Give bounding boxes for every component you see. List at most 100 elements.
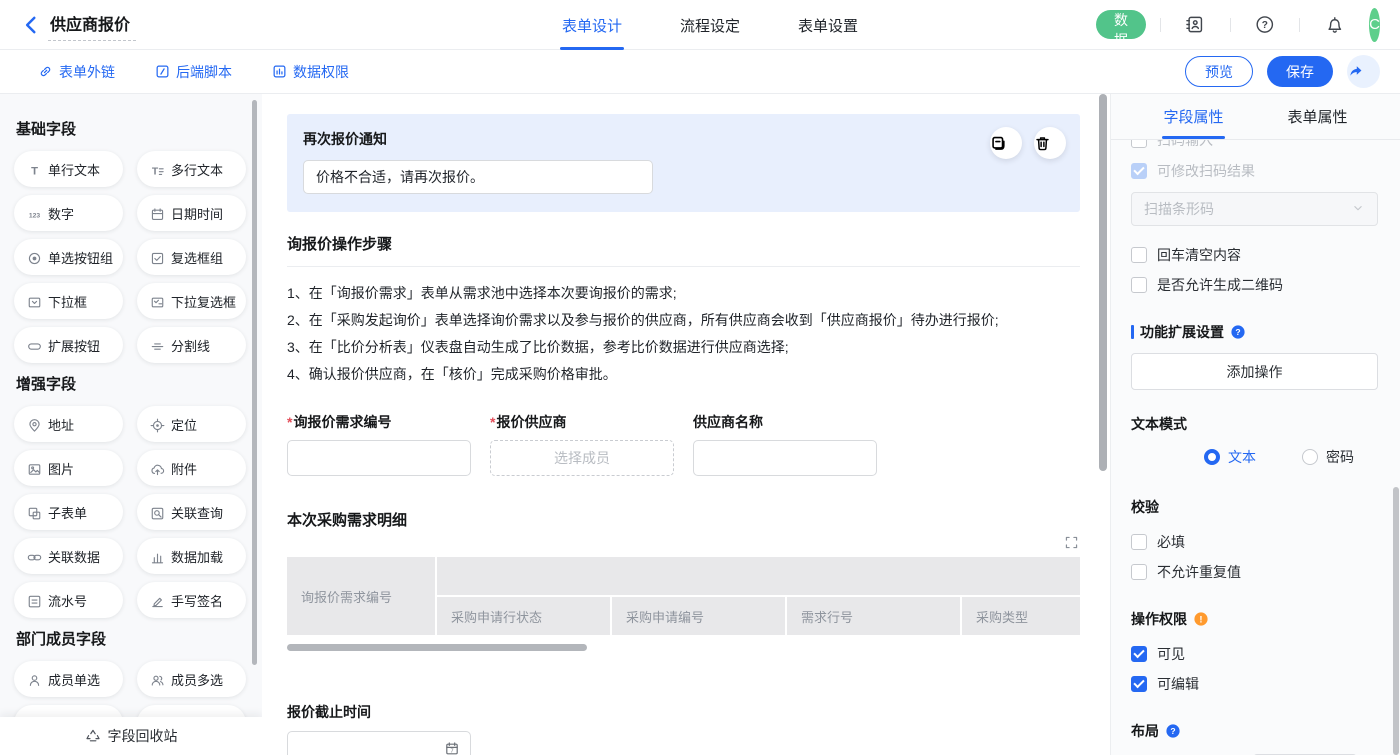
checkbox-可见[interactable] xyxy=(1131,646,1147,662)
checkbox-是否允许生成二维码[interactable] xyxy=(1131,277,1147,293)
canvas-scrollbar[interactable] xyxy=(1099,94,1107,471)
header-tabs: 表单设计 流程设定 表单设置 xyxy=(560,0,860,50)
radio-文本[interactable]: 文本 xyxy=(1204,447,1256,467)
field-input[interactable] xyxy=(693,440,877,476)
field-pill-label: 数据加载 xyxy=(171,547,223,566)
tab-form-properties[interactable]: 表单属性 xyxy=(1287,94,1349,139)
recycle-bin-label: 字段回收站 xyxy=(108,726,178,746)
field-pill-图片[interactable]: 图片 xyxy=(14,450,123,486)
field-pill-下拉框[interactable]: 下拉框 xyxy=(14,283,123,319)
field-pill-手写签名[interactable]: 手写签名 xyxy=(137,582,246,618)
field-pill-数据加载[interactable]: 数据加载 xyxy=(137,538,246,574)
multi-select-icon xyxy=(150,294,165,309)
field-pill-下拉复选框[interactable]: 下拉复选框 xyxy=(137,283,246,319)
field-pill-分割线[interactable]: 分割线 xyxy=(137,327,246,363)
field-pill-定位[interactable]: 定位 xyxy=(137,406,246,442)
tab-field-properties[interactable]: 字段属性 xyxy=(1162,94,1224,139)
data-manage-button[interactable]: 数据管理 xyxy=(1096,10,1146,39)
toolbar-link-表单外链[interactable]: 表单外链 xyxy=(38,62,115,82)
svg-text:?: ? xyxy=(1170,726,1175,736)
table-horizontal-scrollbar[interactable] xyxy=(287,644,587,651)
field-pill-多行文本[interactable]: T多行文本 xyxy=(137,151,246,187)
form-field-供应商名称[interactable]: 供应商名称 xyxy=(693,412,877,476)
deadline-date-input[interactable]: 7 xyxy=(287,731,471,755)
checkbox-不允许重复值[interactable] xyxy=(1131,564,1147,580)
table-column-header: 采购类型 xyxy=(962,597,1080,635)
checkbox-可编辑[interactable] xyxy=(1131,676,1147,692)
panel-scrollbar[interactable] xyxy=(1393,487,1399,755)
contact-book-icon[interactable] xyxy=(1174,15,1216,34)
question-circle-icon[interactable]: ? xyxy=(1230,324,1246,340)
select-icon xyxy=(27,294,42,309)
field-pill-label: 扩展按钮 xyxy=(48,336,100,355)
avatar[interactable]: C xyxy=(1369,8,1380,42)
scan-type-select[interactable]: 扫描条形码 xyxy=(1131,192,1378,226)
notice-field-input[interactable] xyxy=(303,160,653,194)
back-icon[interactable] xyxy=(20,14,42,36)
form-title[interactable]: 供应商报价 xyxy=(48,9,136,41)
sidebar-scrollbar[interactable] xyxy=(252,100,257,665)
field-pill-单选按钮组[interactable]: 单选按钮组 xyxy=(14,239,123,275)
field-label: 再次报价通知 xyxy=(303,129,1064,149)
field-pill-流水号[interactable]: 流水号 xyxy=(14,582,123,618)
tab-flow-setting[interactable]: 流程设定 xyxy=(678,0,742,50)
signature-icon xyxy=(150,593,165,608)
clipped-option-row: 扫码输入 xyxy=(1131,140,1378,152)
checkbox-label: 是否允许生成二维码 xyxy=(1157,275,1283,295)
question-circle-icon[interactable]: ? xyxy=(1165,723,1181,739)
field-pill-地址[interactable]: 地址 xyxy=(14,406,123,442)
field-pill-成员单选[interactable]: 成员单选 xyxy=(14,661,123,697)
duplicate-field-button[interactable] xyxy=(990,127,1022,159)
required-asterisk: * xyxy=(490,414,495,430)
checkbox-必填[interactable] xyxy=(1131,534,1147,550)
delete-field-button[interactable] xyxy=(1034,127,1066,159)
field-pill-成员多选[interactable]: 成员多选 xyxy=(137,661,246,697)
field-pill-label: 图片 xyxy=(48,459,74,478)
save-button[interactable]: 保存 xyxy=(1267,56,1333,87)
properties-panel: 字段属性 表单属性 扫码输入 可修改扫码结果 扫描条形码 回车清空内容是否允许生… xyxy=(1110,94,1400,755)
radio-group-icon xyxy=(27,250,42,265)
app-header: 供应商报价 表单设计 流程设定 表单设置 数据管理 ? C xyxy=(0,0,1400,50)
table-row-header: 询报价需求编号 xyxy=(287,557,435,635)
field-recycle-bin[interactable]: 字段回收站 xyxy=(0,717,262,755)
field-pill-扩展按钮[interactable]: 扩展按钮 xyxy=(14,327,123,363)
form-field-报价供应商[interactable]: *报价供应商选择成员 xyxy=(490,412,674,476)
tab-form-setting[interactable]: 表单设置 xyxy=(796,0,860,50)
layout-header: 布局 ? xyxy=(1131,721,1378,741)
field-input[interactable] xyxy=(287,440,471,476)
divider-icon xyxy=(150,338,165,353)
selected-field-notice[interactable]: 再次报价通知 xyxy=(287,114,1080,212)
share-button[interactable] xyxy=(1347,55,1380,88)
field-pill-label: 单行文本 xyxy=(48,160,100,179)
field-library-sidebar: 基础字段T单行文本T多行文本123数字日期时间单选按钮组复选框组下拉框下拉复选框… xyxy=(0,94,262,755)
checkbox-回车清空内容[interactable] xyxy=(1131,247,1147,263)
extension-section-header: 功能扩展设置 ? xyxy=(1131,322,1378,342)
add-action-button[interactable]: 添加操作 xyxy=(1131,353,1378,390)
field-pill-单行文本[interactable]: T单行文本 xyxy=(14,151,123,187)
toolbar-link-数据权限[interactable]: 数据权限 xyxy=(272,62,349,82)
help-icon[interactable]: ? xyxy=(1244,15,1286,34)
form-canvas[interactable]: 再次报价通知 询报价操作步骤 1、在「询报价需求」表单从需求池中选择本次要询报价… xyxy=(262,94,1110,755)
detail-table[interactable]: 询报价需求编号 采购申请行状态采购申请编号需求行号采购类型申请时间 xyxy=(287,557,1080,635)
warning-circle-icon[interactable]: ! xyxy=(1193,611,1209,627)
bell-icon[interactable] xyxy=(1314,15,1356,34)
checkbox-modify-scan-result[interactable] xyxy=(1131,163,1147,179)
toolbar-link-后端脚本[interactable]: 后端脚本 xyxy=(155,62,232,82)
field-input[interactable]: 选择成员 xyxy=(490,440,674,476)
tab-form-design[interactable]: 表单设计 xyxy=(560,0,624,50)
form-field-询报价需求编号[interactable]: *询报价需求编号 xyxy=(287,412,471,476)
field-pill-复选框组[interactable]: 复选框组 xyxy=(137,239,246,275)
field-pill-数字[interactable]: 123数字 xyxy=(14,195,123,231)
checkbox-scan-input[interactable] xyxy=(1131,140,1147,148)
field-pill-附件[interactable]: 附件 xyxy=(137,450,246,486)
radio-密码[interactable]: 密码 xyxy=(1302,447,1354,467)
field-pill-子表单[interactable]: 子表单 xyxy=(14,494,123,530)
field-pill-关联查询[interactable]: 关联查询 xyxy=(137,494,246,530)
address-icon xyxy=(27,417,42,432)
field-pill-日期时间[interactable]: 日期时间 xyxy=(137,195,246,231)
radio-dot xyxy=(1302,449,1318,465)
field-pill-关联数据[interactable]: 关联数据 xyxy=(14,538,123,574)
expand-icon[interactable] xyxy=(1064,535,1080,551)
sidebar-section-title: 部门成员字段 xyxy=(16,628,248,649)
preview-button[interactable]: 预览 xyxy=(1185,56,1253,87)
